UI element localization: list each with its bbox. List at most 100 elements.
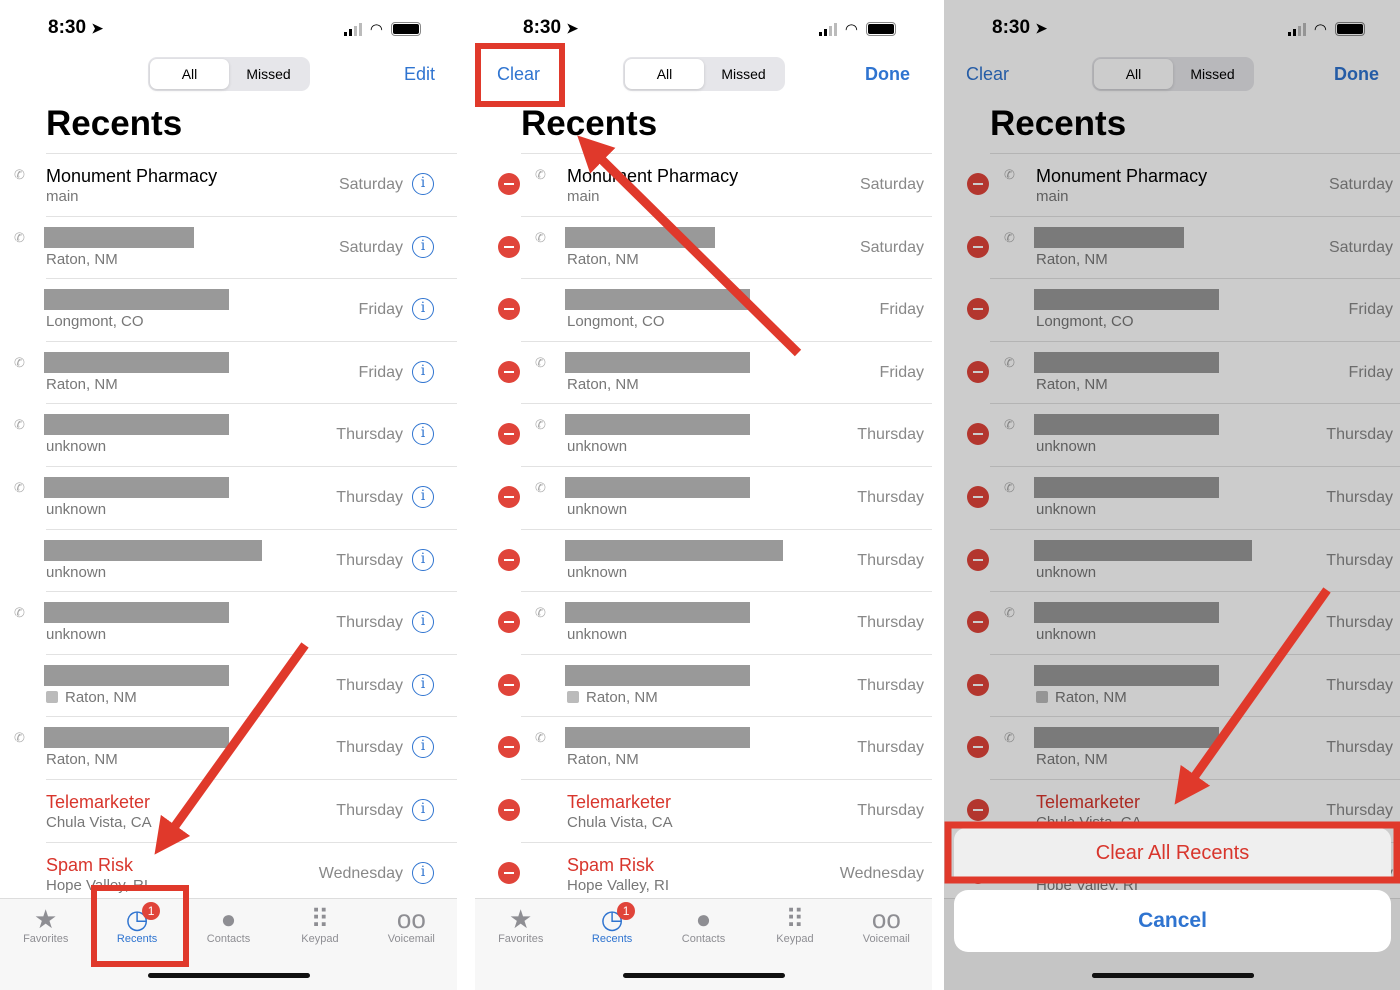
recent-call-row[interactable]: ✆ unknown Thursday i (0, 466, 457, 528)
redacted-number (44, 289, 229, 311)
info-icon[interactable]: i (412, 611, 434, 634)
divider (46, 716, 457, 718)
tab-favorites[interactable]: ★Favorites (0, 899, 91, 990)
delete-minus-icon[interactable] (498, 235, 520, 258)
recent-call-row[interactable]: ✆ unknown Thursday (475, 403, 932, 465)
phone-screen-2: 8:30 ➤ ◠ All Missed Clear Done Recents ✆ Monumen… (475, 0, 932, 990)
delete-minus-icon[interactable] (498, 548, 520, 571)
caller-detail: unknown (46, 563, 107, 581)
tab-label: Favorites (498, 933, 544, 945)
delete-minus-icon[interactable] (498, 298, 520, 321)
recent-call-row[interactable]: ✆ unknown Thursday (475, 466, 932, 528)
segment-missed[interactable]: Missed (704, 59, 783, 89)
recent-call-row[interactable]: Longmont, CO Friday (475, 278, 932, 340)
outgoing-call-icon: ✆ (535, 229, 546, 245)
home-indicator[interactable] (623, 973, 785, 978)
tab-voicemail[interactable]: ooVoicemail (366, 899, 457, 990)
segment-all[interactable]: All (625, 59, 704, 89)
caller-name: Monument Pharmacy (567, 166, 739, 186)
delete-minus-icon[interactable] (498, 861, 520, 884)
checkbox-icon (46, 690, 58, 703)
delete-minus-icon[interactable] (498, 673, 520, 696)
delete-minus-icon[interactable] (498, 173, 520, 195)
divider (46, 403, 457, 405)
outgoing-call-icon: ✆ (535, 480, 546, 495)
info-icon[interactable]: i (412, 799, 434, 821)
call-day: Thursday (857, 676, 924, 694)
outgoing-call-icon: ✆ (14, 417, 25, 433)
recent-call-row[interactable]: Telemarketer Chula Vista, CA Thursday i (0, 779, 457, 841)
recent-call-row[interactable]: Raton, NM Thursday i (0, 653, 457, 716)
caller-name: Telemarketer (46, 792, 151, 812)
recent-call-row[interactable]: Spam Risk Hope Valley, RI Wednesday i (0, 841, 457, 904)
redacted-number (44, 226, 194, 248)
tab-label: Voicemail (387, 933, 435, 945)
delete-minus-icon[interactable] (498, 423, 520, 446)
edit-button[interactable]: Edit (404, 64, 435, 85)
redacted-number (44, 727, 229, 749)
info-icon[interactable]: i (412, 423, 434, 446)
star-icon: ★ (509, 904, 533, 934)
info-icon[interactable]: i (412, 486, 434, 508)
delete-minus-icon[interactable] (498, 799, 520, 821)
cancel-button[interactable]: Cancel (954, 890, 1391, 952)
recent-call-row[interactable]: Raton, NM Thursday (475, 653, 932, 716)
tab-label: Contacts (206, 933, 251, 945)
info-icon[interactable]: i (412, 673, 434, 696)
caller-name: Monument Pharmacy (46, 166, 218, 186)
done-button[interactable]: Done (865, 64, 910, 85)
recent-call-row[interactable]: unknown Thursday (475, 528, 932, 591)
keypad-icon: ⠿ (785, 904, 805, 934)
recent-call-row[interactable]: ✆ Raton, NM Friday (475, 340, 932, 403)
segment-missed[interactable]: Missed (229, 59, 308, 89)
info-icon[interactable]: i (412, 736, 434, 759)
tab-favorites[interactable]: ★Favorites (475, 899, 566, 990)
outgoing-call-icon: ✆ (535, 167, 546, 182)
info-icon[interactable]: i (412, 360, 434, 383)
recent-call-row[interactable]: unknown Thursday i (0, 528, 457, 591)
clear-all-recents-button[interactable]: Clear All Recents (954, 828, 1391, 878)
segment-all[interactable]: All (150, 59, 229, 89)
delete-minus-icon[interactable] (498, 611, 520, 634)
delete-minus-icon[interactable] (498, 736, 520, 759)
redacted-number (565, 602, 750, 624)
recent-call-row[interactable]: ✆ Monument Pharmacy main Saturday i (0, 153, 457, 215)
recent-call-row[interactable]: ✆ unknown Thursday (475, 591, 932, 653)
caller-detail: Raton, NM (567, 751, 639, 769)
call-day: Thursday (857, 739, 924, 757)
clear-button[interactable]: Clear (497, 64, 540, 85)
delete-minus-icon[interactable] (498, 486, 520, 508)
divider (46, 466, 457, 467)
recent-call-row[interactable]: ✆ unknown Thursday i (0, 591, 457, 653)
call-day: Friday (358, 301, 403, 319)
recent-call-row[interactable]: ✆ Raton, NM Saturday (475, 215, 932, 278)
caller-name: Spam Risk (46, 854, 134, 875)
info-icon[interactable]: i (412, 298, 434, 321)
info-icon[interactable]: i (412, 861, 434, 884)
delete-minus-icon[interactable] (498, 360, 520, 383)
tab-voicemail[interactable]: ooVoicemail (841, 899, 932, 990)
call-day: Thursday (336, 489, 403, 506)
home-indicator[interactable] (148, 973, 310, 978)
filter-segmented-control[interactable]: All Missed (623, 57, 785, 91)
filter-segmented-control[interactable]: All Missed (148, 57, 310, 91)
caller-detail: Raton, NM (567, 375, 639, 393)
recent-call-row[interactable]: ✆ unknown Thursday i (0, 403, 457, 465)
recent-call-row[interactable]: ✆ Raton, NM Thursday i (0, 716, 457, 778)
outgoing-call-icon: ✆ (14, 229, 25, 245)
recent-call-row[interactable]: ✆ Raton, NM Thursday (475, 716, 932, 778)
recent-call-row[interactable]: ✆ Monument Pharmacy main Saturday (475, 153, 932, 215)
info-icon[interactable]: i (412, 548, 434, 571)
recent-call-row[interactable]: ✆ Raton, NM Saturday i (0, 215, 457, 278)
redacted-number (44, 477, 229, 498)
divider (521, 153, 932, 154)
info-icon[interactable]: i (412, 235, 434, 258)
recent-call-row[interactable]: ✆ Raton, NM Friday i (0, 340, 457, 403)
recent-call-row[interactable]: Longmont, CO Friday i (0, 278, 457, 340)
info-icon[interactable]: i (412, 173, 434, 195)
recent-call-row[interactable]: Telemarketer Chula Vista, CA Thursday (475, 779, 932, 841)
home-indicator[interactable] (1092, 973, 1254, 978)
recent-call-row[interactable]: Spam RiskHope Valley, RI Wednesday (475, 841, 932, 904)
tab-label: Recents (591, 933, 633, 945)
tab-label: Keypad (301, 933, 339, 945)
